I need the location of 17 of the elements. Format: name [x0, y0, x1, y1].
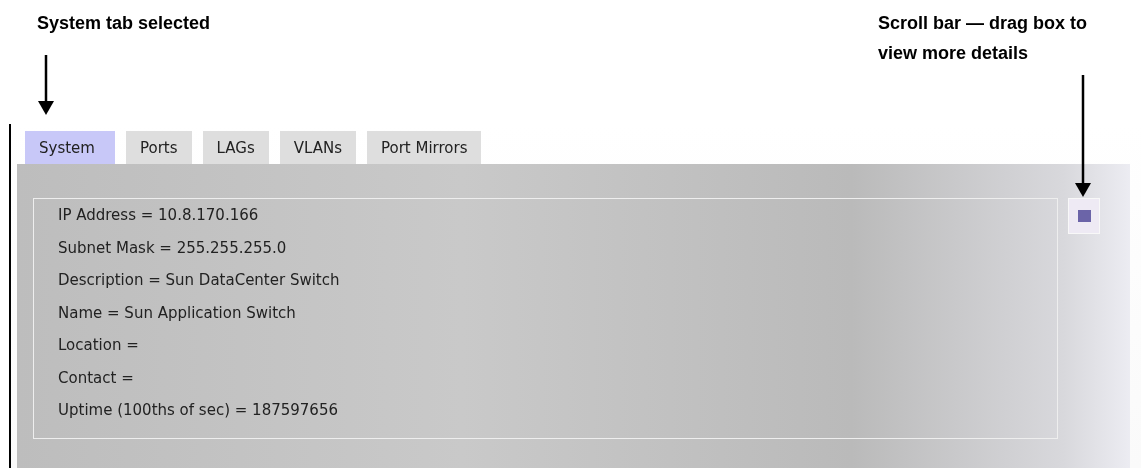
tab[interactable]: VLANs [279, 131, 356, 164]
detail-line: IP Address = 10.8.170.166 [58, 205, 260, 226]
tab[interactable]: Port Mirrors [366, 131, 482, 164]
callout-label: System tab selected [37, 12, 211, 35]
detail-line: Subnet Mask = 255.255.255.0 [58, 237, 288, 259]
tab[interactable]: System [25, 131, 115, 164]
detail-line: Contact = [58, 367, 135, 389]
leader-arrow [38, 55, 54, 115]
detail-line: Location = [58, 335, 140, 356]
tab[interactable]: LAGs [202, 131, 269, 164]
scroll-bar[interactable] [1068, 198, 1100, 234]
detail-line: Name = Sun Application Switch [58, 302, 297, 324]
detail-line: Description = Sun DataCenter Switch [58, 270, 341, 291]
tab[interactable]: Ports [126, 131, 192, 164]
detail-line: Uptime (100ths of sec) = 187597656 [58, 400, 339, 421]
scroll-thumb[interactable] [1077, 210, 1091, 222]
callout-label: Scroll bar — drag box to view more details [878, 12, 1089, 65]
